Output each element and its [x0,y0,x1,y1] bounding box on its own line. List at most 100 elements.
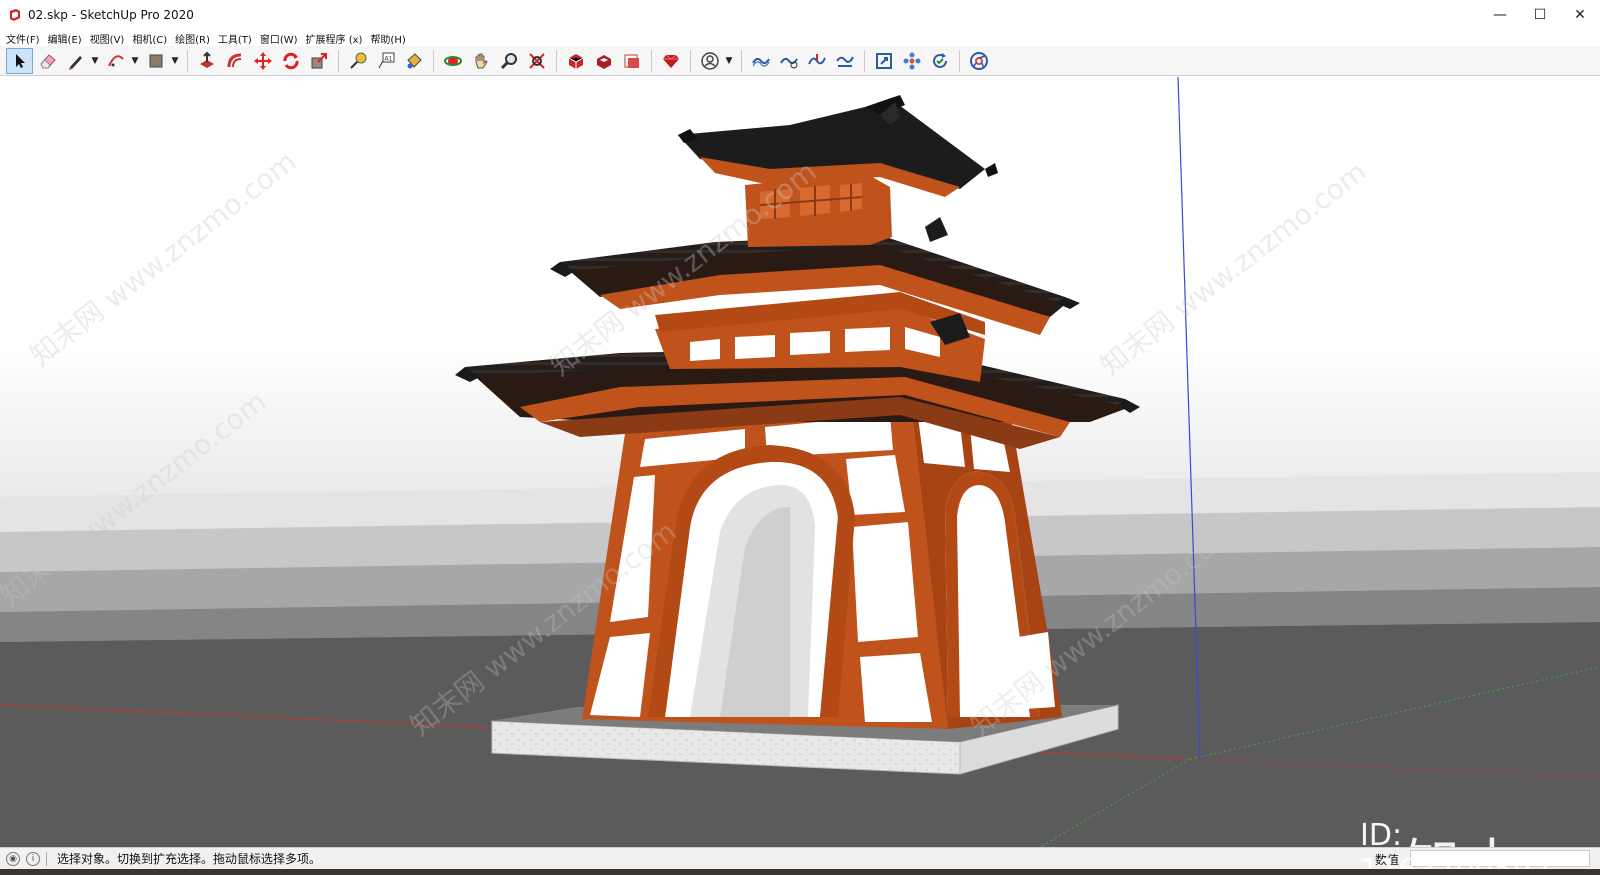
sandbox-button-3[interactable] [803,48,830,74]
arc-tool-button[interactable] [102,48,129,74]
select-tool-icon [15,53,25,68]
pan-icon [475,53,488,68]
section-plane-button[interactable] [870,48,897,74]
close-button[interactable]: ✕ [1560,0,1600,30]
menu-bar: 文件(F) 编辑(E) 视图(V) 相机(C) 绘图(R) 工具(T) 窗口(W… [0,30,1600,46]
menu-window[interactable]: 窗口(W) [258,31,304,46]
offset-icon [227,53,241,67]
pan-button[interactable] [467,48,494,74]
zoom-extents-button[interactable] [523,48,550,74]
minimize-button[interactable]: — [1480,0,1520,30]
status-message: 选择对象。切换到扩充选择。拖动鼠标选择多项。 [57,852,322,866]
tape-measure-icon [349,52,366,69]
move-icon [253,51,272,70]
chrome-icon [969,51,988,70]
arc-icon [107,54,124,66]
taskbar-edge [0,869,1600,875]
sandbox-icon-4 [835,56,854,67]
select-tool-button[interactable] [6,47,33,74]
menu-file[interactable]: 文件(F) [4,31,46,46]
line-tool-button[interactable] [62,48,89,74]
sketchup-logo-icon [10,9,20,21]
extension-warehouse-icon [596,54,611,69]
text-label-icon: A1 [378,52,394,68]
account-dropdown[interactable]: ▼ [724,48,734,74]
components-button[interactable] [898,48,925,74]
menu-view[interactable]: 视图(V) [88,31,131,46]
toolbar-separator [556,49,557,72]
menu-edit[interactable]: 编辑(E) [46,31,88,46]
sandbox-button-4[interactable] [831,48,858,74]
styles-icon [932,52,947,68]
3d-warehouse-button[interactable] [562,48,589,74]
model-scene: 知末网 www.znzmo.com 知末网 www.znzmo.com 知末网 … [0,77,1600,847]
status-separator [46,851,47,866]
svg-text:A1: A1 [384,55,392,62]
ruby-console-button[interactable] [657,48,684,74]
rotate-button[interactable] [277,48,304,74]
account-icon [700,51,719,70]
paint-bucket-button[interactable] [400,48,427,74]
sandbox-icon-2 [779,57,798,68]
zoom-button[interactable] [495,48,522,74]
toolbar-separator [864,49,865,72]
chrome-button[interactable] [965,48,992,74]
menu-draw[interactable]: 绘图(R) [173,31,216,46]
eraser-icon [39,53,56,68]
styles-button[interactable] [926,48,953,74]
toolbar-separator [433,49,434,72]
scale-button[interactable] [305,48,332,74]
components-icon [903,52,920,69]
orbit-icon [443,55,462,66]
line-tool-dropdown[interactable]: ▼ [90,48,100,74]
drawing-viewport[interactable]: 知末网 www.znzmo.com 知末网 www.znzmo.com 知末网 … [0,77,1600,847]
toolbar-separator [959,49,960,72]
menu-camera[interactable]: 相机(C) [130,31,173,46]
toolbar-separator [690,49,691,72]
zoom-extents-icon [528,52,545,69]
maximize-button[interactable]: ☐ [1520,0,1560,30]
tape-measure-button[interactable] [344,48,371,74]
layout-button[interactable] [618,48,645,74]
extension-warehouse-button[interactable] [590,48,617,74]
account-button[interactable] [696,48,723,74]
paint-bucket-icon [406,52,422,68]
sandbox-icon-3 [807,53,826,64]
menu-extensions[interactable]: 扩展程序 (x) [304,31,369,46]
section-icon [875,52,892,69]
sandbox-button-1[interactable] [747,48,774,74]
pencil-line-icon [68,55,82,70]
toolbar-separator [187,49,188,72]
zoom-icon [500,52,517,69]
info-icon[interactable]: i [26,851,40,866]
scale-icon [311,52,327,68]
eraser-button[interactable] [34,48,61,74]
sketchup-window: 02.skp - SketchUp Pro 2020 — ☐ ✕ 文件(F) 编… [0,0,1600,875]
watermark-id: ID: 1163700592 [1360,818,1551,875]
move-button[interactable] [249,48,276,74]
layout-icon [624,54,639,68]
arc-tool-dropdown[interactable]: ▼ [130,48,140,74]
toolbar-separator [741,49,742,72]
window-title: 02.skp - SketchUp Pro 2020 [28,8,194,22]
menu-tools[interactable]: 工具(T) [216,31,258,46]
text-tool-button[interactable]: A1 [372,48,399,74]
push-pull-icon [199,51,214,68]
orbit-button[interactable] [439,48,466,74]
toolbar-separator [338,49,339,72]
offset-button[interactable] [221,48,248,74]
rotate-icon [282,52,299,69]
geo-location-icon[interactable]: ◉ [6,851,20,866]
rectangle-tool-button[interactable] [142,48,169,74]
ruby-console-icon [662,54,679,68]
rectangle-icon [149,54,162,67]
rectangle-tool-dropdown[interactable]: ▼ [170,48,180,74]
sandbox-button-2[interactable] [775,48,802,74]
main-toolbar: ▼ ▼ ▼ A1 ▼ [0,46,1600,76]
push-pull-button[interactable] [193,48,220,74]
warehouse-icon [568,53,583,69]
toolbar-separator [651,49,652,72]
sandbox-icon-1 [751,57,770,67]
menu-help[interactable]: 帮助(H) [368,31,411,46]
window-controls: — ☐ ✕ [1480,0,1600,30]
